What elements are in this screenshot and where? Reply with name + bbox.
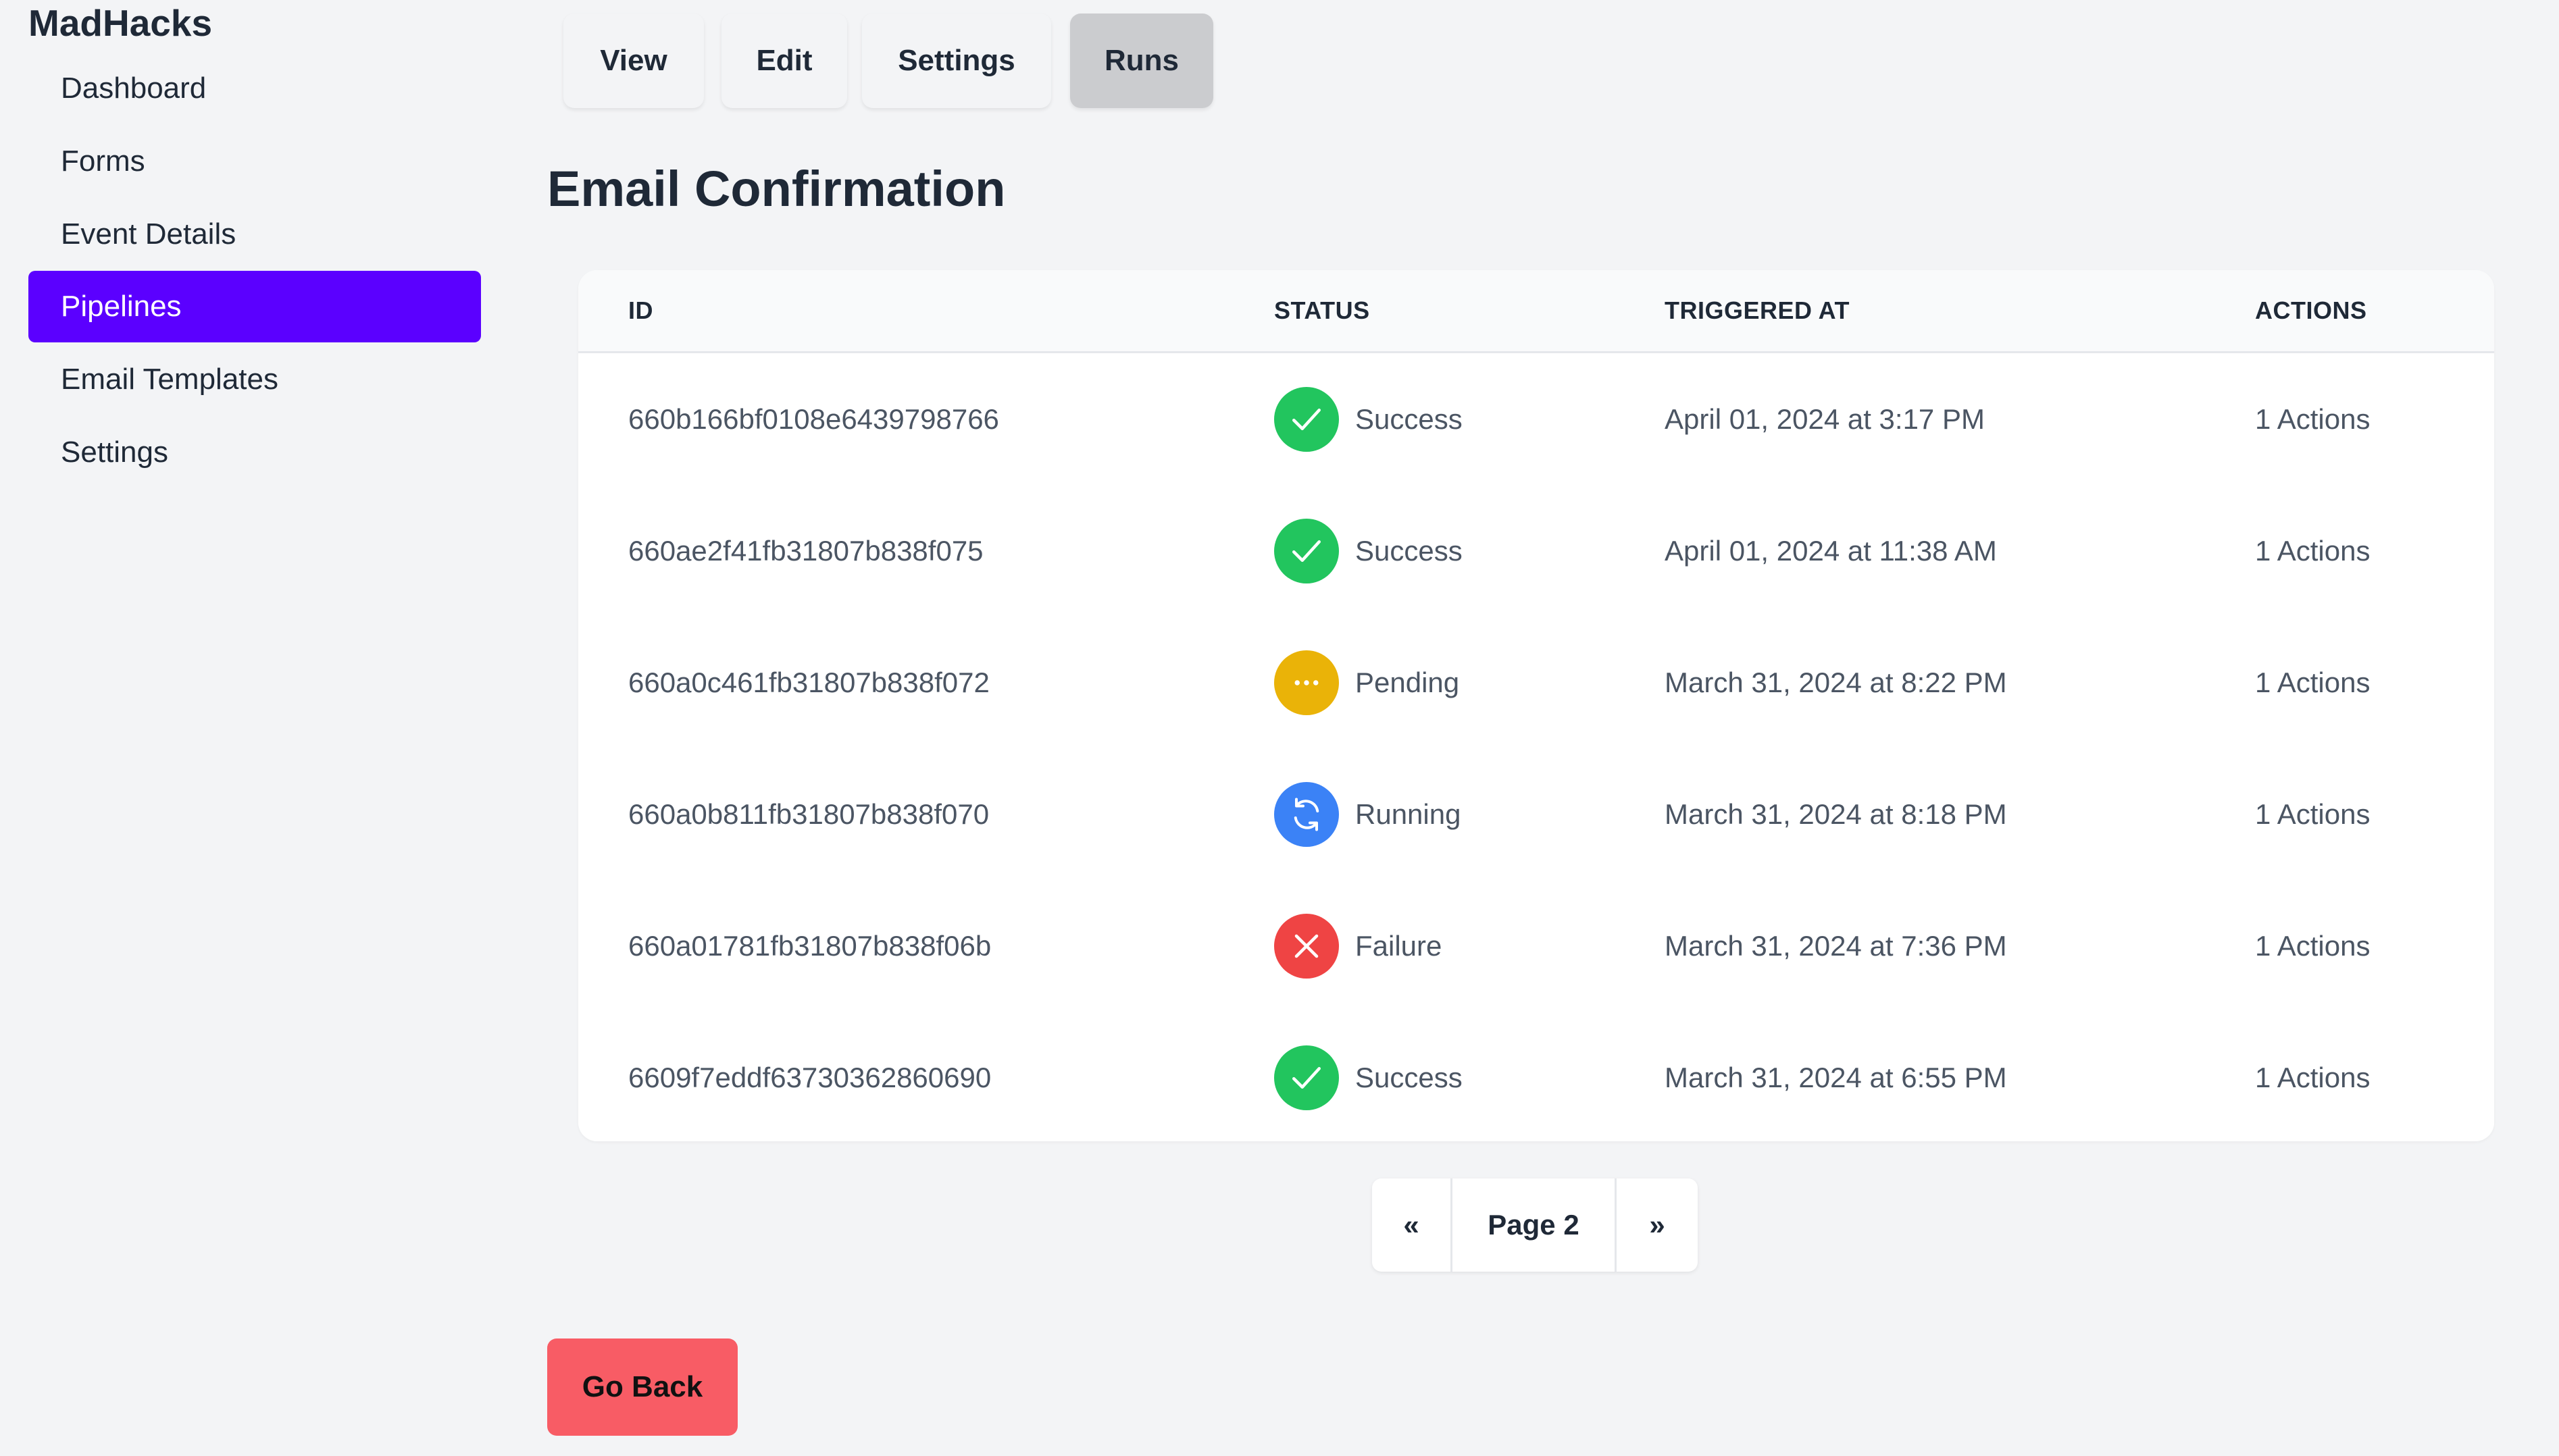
column-header-status: STATUS xyxy=(1274,296,1370,324)
sidebar: MadHacks Dashboard Forms Event Details P… xyxy=(0,0,511,1456)
triggered-at: March 31, 2024 at 6:55 PM xyxy=(1665,1061,2007,1093)
status-refresh-icon xyxy=(1274,781,1339,847)
status-label: Failure xyxy=(1355,929,1442,962)
status-label: Pending xyxy=(1355,666,1460,698)
status-cell: Success xyxy=(1274,353,1463,485)
actions-count[interactable]: 1 Actions xyxy=(2255,617,2370,748)
status-cell: Running xyxy=(1274,748,1461,880)
tab-runs[interactable]: Runs xyxy=(1070,14,1213,108)
status-cell: Success xyxy=(1274,485,1463,617)
tab-settings[interactable]: Settings xyxy=(862,14,1051,108)
pagination: « Page 2 » xyxy=(1372,1178,1698,1272)
status-cell: Pending xyxy=(1274,617,1459,748)
table-row[interactable]: 660b166bf0108e6439798766 Success April 01,… xyxy=(578,353,2494,487)
run-id: 660b166bf0108e6439798766 xyxy=(628,402,999,435)
tab-label: View xyxy=(600,44,667,77)
sidebar-item-label: Settings xyxy=(61,436,168,469)
run-id: 660a0b811fb31807b838f070 xyxy=(628,798,990,830)
sidebar-item-event-details[interactable]: Event Details xyxy=(28,199,481,270)
actions-count[interactable]: 1 Actions xyxy=(2255,880,2370,1012)
table-row[interactable]: 660a0c461fb31807b838f072 Pending March 31,… xyxy=(578,617,2494,750)
tab-label: Settings xyxy=(898,44,1015,77)
sidebar-item-label: Email Templates xyxy=(61,363,278,396)
status-label: Success xyxy=(1355,534,1463,567)
status-cell: Failure xyxy=(1274,880,1442,1012)
run-id: 660a01781fb31807b838f06b xyxy=(628,929,992,962)
main-content: View Edit Settings Runs Email Confirmati… xyxy=(511,0,2559,1456)
table-row[interactable]: 660ae2f41fb31807b838f075 Success April 01,… xyxy=(578,485,2494,619)
sidebar-item-label: Dashboard xyxy=(61,72,207,105)
sidebar-item-pipelines[interactable]: Pipelines xyxy=(28,271,481,342)
status-label: Success xyxy=(1355,402,1463,435)
table-row[interactable]: 6609f7eddf63730362860690 Success March 31,… xyxy=(578,1012,2494,1141)
actions-count[interactable]: 1 Actions xyxy=(2255,748,2370,880)
sidebar-item-email-templates[interactable]: Email Templates xyxy=(28,344,481,415)
brand-title: MadHacks xyxy=(28,2,213,44)
triggered-at: March 31, 2024 at 7:36 PM xyxy=(1665,929,2007,962)
sidebar-item-settings[interactable]: Settings xyxy=(28,417,481,488)
column-header-id: ID xyxy=(628,296,653,324)
actions-count[interactable]: 1 Actions xyxy=(2255,485,2370,617)
tab-view[interactable]: View xyxy=(563,14,704,108)
run-id: 660ae2f41fb31807b838f075 xyxy=(628,534,984,567)
runs-table: ID STATUS TRIGGERED AT ACTIONS 660b166bf… xyxy=(578,270,2494,1141)
previous-page-button[interactable]: « xyxy=(1372,1178,1450,1272)
table-header: ID STATUS TRIGGERED AT ACTIONS xyxy=(578,270,2494,353)
actions-count[interactable]: 1 Actions xyxy=(2255,1012,2370,1141)
actions-count[interactable]: 1 Actions xyxy=(2255,353,2370,485)
triggered-at: March 31, 2024 at 8:22 PM xyxy=(1665,666,2007,698)
sidebar-item-label: Pipelines xyxy=(61,290,182,323)
status-label: Running xyxy=(1355,798,1461,830)
tab-edit[interactable]: Edit xyxy=(721,14,847,108)
status-ellipsis-icon xyxy=(1274,650,1339,715)
status-label: Success xyxy=(1355,1061,1463,1093)
triggered-at: April 01, 2024 at 3:17 PM xyxy=(1665,402,1985,435)
status-cell: Success xyxy=(1274,1012,1463,1141)
page-title: Email Confirmation xyxy=(547,161,1006,217)
triggered-at: March 31, 2024 at 8:18 PM xyxy=(1665,798,2007,830)
next-page-button[interactable]: » xyxy=(1617,1178,1698,1272)
sidebar-item-forms[interactable]: Forms xyxy=(28,126,481,197)
status-check-icon xyxy=(1274,386,1339,452)
status-check-icon xyxy=(1274,1045,1339,1110)
table-row[interactable]: 660a01781fb31807b838f06b Failure March 31,… xyxy=(578,880,2494,1014)
column-header-triggered-at: TRIGGERED AT xyxy=(1665,296,1850,324)
run-id: 660a0c461fb31807b838f072 xyxy=(628,666,990,698)
tab-label: Edit xyxy=(756,44,813,77)
triggered-at: April 01, 2024 at 11:38 AM xyxy=(1665,534,1997,567)
sidebar-item-label: Forms xyxy=(61,145,145,178)
current-page-label: Page 2 xyxy=(1488,1209,1579,1241)
tab-label: Runs xyxy=(1105,44,1179,77)
status-x-icon xyxy=(1274,913,1339,979)
go-back-button[interactable]: Go Back xyxy=(547,1338,738,1436)
status-check-icon xyxy=(1274,518,1339,583)
sidebar-item-dashboard[interactable]: Dashboard xyxy=(28,53,481,124)
sidebar-item-label: Event Details xyxy=(61,217,236,251)
column-header-actions: ACTIONS xyxy=(2255,296,2367,324)
table-row[interactable]: 660a0b811fb31807b838f070 Running March 31,… xyxy=(578,748,2494,882)
run-id: 6609f7eddf63730362860690 xyxy=(628,1061,992,1093)
